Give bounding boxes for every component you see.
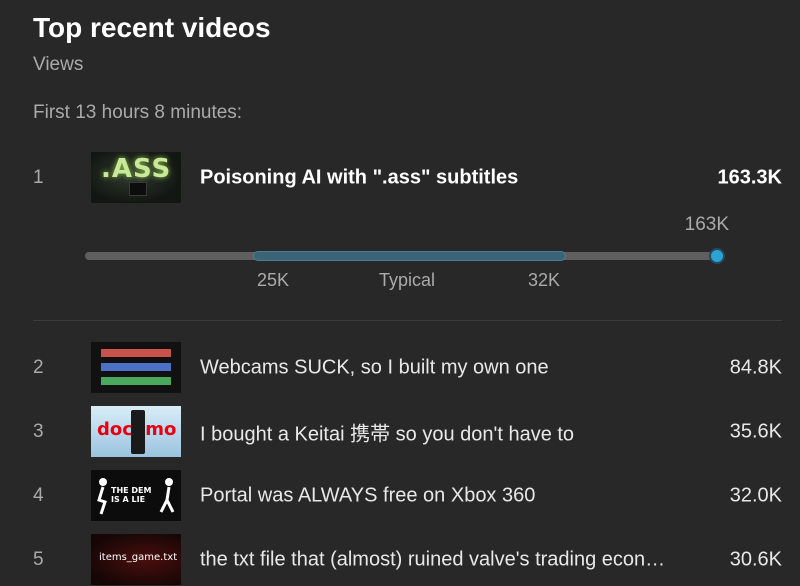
webcam-stripe-blue: [101, 363, 171, 371]
video-title[interactable]: the txt file that (almost) ruined valve'…: [200, 549, 665, 572]
view-count: 84.8K: [729, 356, 782, 379]
current-value-label: 163K: [684, 214, 729, 235]
view-count: 163.3K: [717, 166, 783, 189]
rank-number: 5: [33, 549, 44, 570]
current-value-marker: [709, 248, 725, 264]
video-thumbnail[interactable]: .ASS: [91, 152, 181, 203]
webcam-stripe-red: [101, 349, 171, 357]
video-thumbnail[interactable]: THE DEM IS A LIE: [91, 470, 181, 521]
video-row-4[interactable]: 4 THE DEM IS A LIE Portal was ALWAYS fre…: [0, 470, 800, 522]
video-title[interactable]: Portal was ALWAYS free on Xbox 360: [200, 485, 535, 508]
thumbnail-text: THE DEM IS A LIE: [111, 486, 152, 504]
thumbnail-text: items_game.txt: [99, 552, 178, 563]
video-title[interactable]: I bought a Keitai 携帯 so you don't have t…: [200, 418, 574, 447]
rank-number: 1: [33, 167, 44, 188]
typical-high-label: 32K: [528, 270, 561, 290]
rank-number: 4: [33, 485, 44, 506]
thumbnail-text: .ASS: [101, 154, 172, 184]
monitor-icon: [129, 182, 147, 196]
divider: [33, 320, 782, 321]
video-thumbnail[interactable]: docomo: [91, 406, 181, 457]
metric-label: Views: [33, 54, 84, 75]
view-count: 35.6K: [729, 420, 782, 443]
video-row-3[interactable]: 3 docomo I bought a Keitai 携帯 so you don…: [0, 406, 800, 458]
rank-number: 3: [33, 421, 44, 442]
typical-range-band: [253, 251, 566, 261]
rank-number: 2: [33, 357, 44, 378]
video-title[interactable]: Webcams SUCK, so I built my own one: [200, 357, 549, 380]
video-row-1[interactable]: 1 .ASS Poisoning AI with ".ass" subtitle…: [0, 152, 800, 204]
period-label: First 13 hours 8 minutes:: [33, 102, 243, 123]
webcam-stripe-green: [101, 377, 171, 385]
video-thumbnail[interactable]: items_game.txt: [91, 534, 181, 585]
video-title[interactable]: Poisoning AI with ".ass" subtitles: [200, 167, 518, 190]
typical-label: Typical: [379, 270, 436, 290]
video-thumbnail[interactable]: [91, 342, 181, 393]
page-title: Top recent videos: [33, 12, 271, 43]
view-count: 32.0K: [729, 484, 782, 507]
phone-icon: [131, 410, 145, 454]
typical-low-label: 25K: [257, 270, 290, 290]
video-row-2[interactable]: 2 Webcams SUCK, so I built my own one 84…: [0, 342, 800, 394]
video-row-5[interactable]: 5 items_game.txt the txt file that (almo…: [0, 534, 800, 586]
view-count: 30.6K: [729, 548, 782, 571]
